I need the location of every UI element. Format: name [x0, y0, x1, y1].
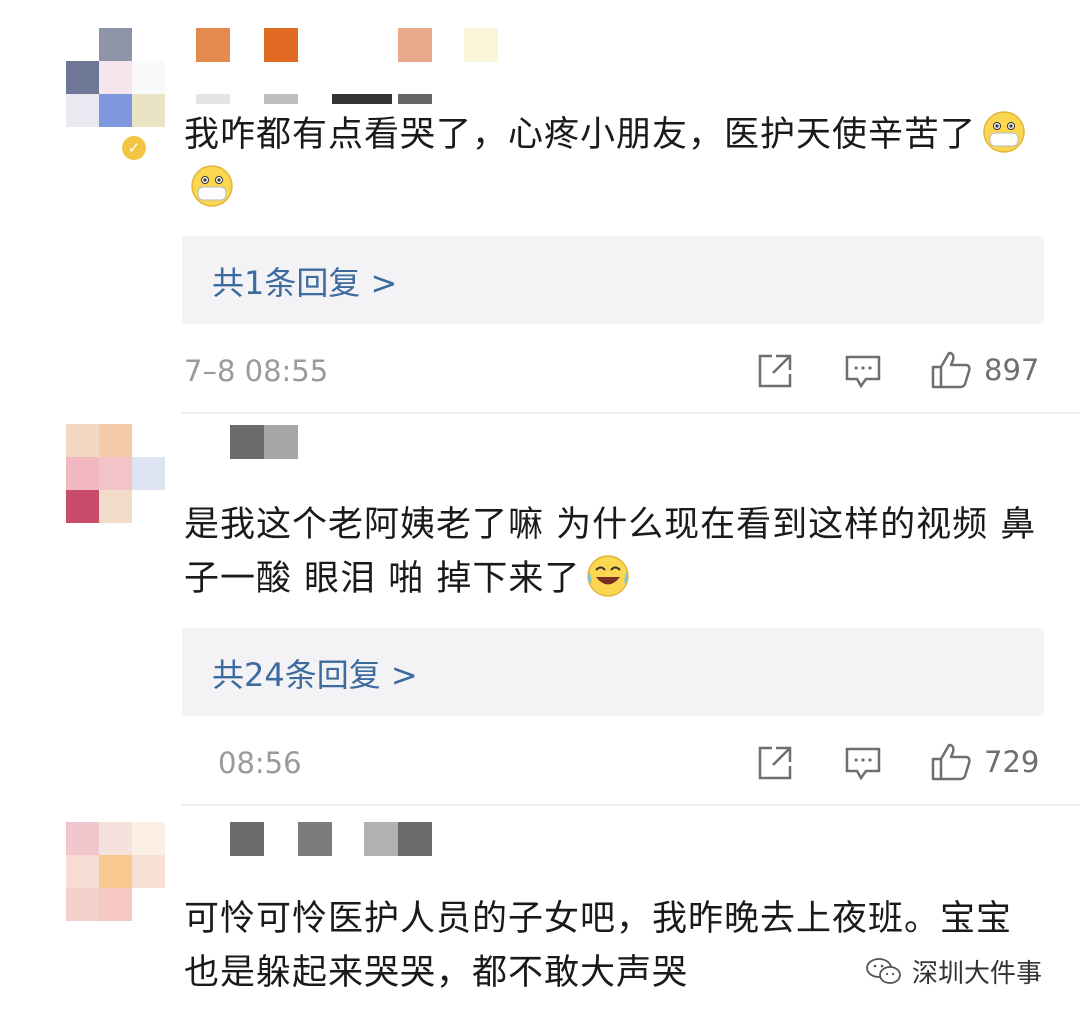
avatar[interactable] [66, 28, 166, 128]
username-redacted[interactable] [196, 28, 498, 62]
share-icon [758, 354, 792, 388]
divider [182, 804, 1080, 806]
share-icon [758, 746, 792, 780]
like-count: 729 [984, 745, 1040, 779]
comment-time: 7–8 08:55 [184, 354, 329, 388]
share-button[interactable] [756, 744, 794, 782]
thumbs-up-icon [931, 351, 971, 389]
view-replies-button[interactable]: 共24条回复 > [182, 628, 1044, 716]
comment-text: 我咋都有点看哭了，心疼小朋友，医护天使辛苦了 [184, 108, 1044, 216]
avatar[interactable] [66, 424, 166, 524]
share-button[interactable] [756, 352, 794, 390]
replies-label: 共24条回复 > [212, 656, 418, 694]
watermark: 深圳大件事 [864, 953, 1042, 990]
comment-time: ⁠08:56 [218, 746, 302, 780]
view-replies-button[interactable]: 共1条回复 > [182, 236, 1044, 324]
replies-label: 共1条回复 > [212, 264, 398, 302]
comment-text: 是我这个老阿姨老了嘛 为什么现在看到这样的视频 鼻子一酸 眼泪 啪 掉下来了 [184, 505, 1037, 599]
wechat-icon [866, 957, 901, 984]
verified-badge-icon: ✓ [120, 134, 148, 162]
mask-face-icon [190, 164, 234, 208]
mask-face-icon [982, 110, 1026, 154]
like-button[interactable]: 729 [930, 742, 1039, 782]
username-redacted[interactable] [230, 822, 432, 856]
like-button[interactable]: 897 [930, 350, 1039, 390]
comment-icon [845, 747, 881, 781]
watermark-text: 深圳大件事 [911, 959, 1042, 989]
divider [182, 412, 1080, 414]
user-badges-redacted [196, 94, 476, 104]
avatar[interactable] [66, 822, 166, 922]
comment-button[interactable] [844, 746, 882, 782]
thumbs-up-icon [931, 743, 971, 781]
username-redacted[interactable] [230, 425, 330, 459]
comment-button[interactable] [844, 354, 882, 390]
laugh-cry-face-icon [586, 554, 630, 598]
comment-icon [845, 355, 881, 389]
like-count: 897 [984, 353, 1040, 387]
